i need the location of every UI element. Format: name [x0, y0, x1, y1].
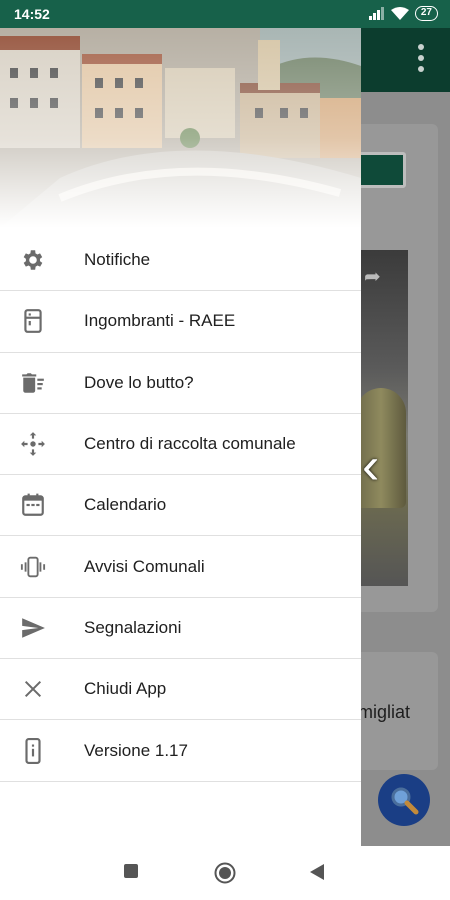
more-vertical-icon[interactable] — [418, 44, 424, 72]
status-bar: 14:52 27 — [0, 0, 450, 28]
menu-item-label: Avvisi Comunali — [84, 556, 205, 576]
town-aerial-photo — [0, 28, 361, 228]
battery-icon: 27 — [414, 6, 438, 21]
drawer-header-image — [0, 28, 361, 228]
carousel-prev-arrow-icon: ‹ — [362, 437, 380, 495]
menu-item-versione[interactable]: Versione 1.17 — [0, 720, 361, 782]
recents-square-icon[interactable] — [124, 864, 138, 878]
menu-item-label: Dove lo butto? — [84, 372, 194, 392]
drawer-menu: Notifiche Ingombranti - RAEE Dove lo but… — [0, 230, 361, 782]
navigation-drawer: Notifiche Ingombranti - RAEE Dove lo but… — [0, 28, 361, 846]
status-time: 14:52 — [14, 6, 50, 22]
signal-icon — [368, 7, 384, 20]
menu-item-ingombranti[interactable]: Ingombranti - RAEE — [0, 291, 361, 353]
move-arrows-icon — [20, 431, 46, 457]
menu-item-centro-raccolta[interactable]: Centro di raccolta comunale — [0, 414, 361, 476]
menu-item-notifiche[interactable]: Notifiche — [0, 230, 361, 292]
home-circle-icon[interactable] — [214, 862, 236, 884]
back-triangle-icon[interactable] — [310, 864, 324, 880]
info-phone-icon — [20, 737, 46, 764]
trash-list-icon — [20, 370, 46, 396]
menu-item-label: Segnalazioni — [84, 617, 182, 637]
send-icon — [20, 615, 46, 641]
vibrate-phone-icon — [20, 554, 46, 580]
menu-item-calendario[interactable]: Calendario — [0, 475, 361, 537]
menu-item-label: Calendario — [84, 495, 167, 515]
menu-item-avvisi-comunali[interactable]: Avvisi Comunali — [0, 536, 361, 598]
system-nav-bar — [0, 846, 450, 900]
search-fab[interactable] — [378, 774, 430, 826]
close-icon — [20, 676, 46, 702]
menu-item-label: Versione 1.17 — [84, 740, 188, 760]
calendar-icon — [20, 492, 46, 518]
menu-item-label: Ingombranti - RAEE — [84, 311, 236, 331]
gear-icon — [20, 247, 46, 273]
search-icon — [391, 787, 419, 815]
menu-item-chiudi-app[interactable]: Chiudi App — [0, 659, 361, 721]
menu-item-segnalazioni[interactable]: Segnalazioni — [0, 598, 361, 660]
wifi-icon — [390, 7, 409, 20]
share-icon: ➦ — [364, 266, 381, 288]
status-icons: 27 — [368, 6, 438, 21]
menu-item-dove-lo-butto[interactable]: Dove lo butto? — [0, 353, 361, 414]
menu-item-label: Chiudi App — [84, 679, 167, 699]
menu-item-label: Notifiche — [84, 250, 151, 270]
menu-item-label: Centro di raccolta comunale — [84, 434, 296, 454]
fridge-icon — [20, 308, 46, 334]
